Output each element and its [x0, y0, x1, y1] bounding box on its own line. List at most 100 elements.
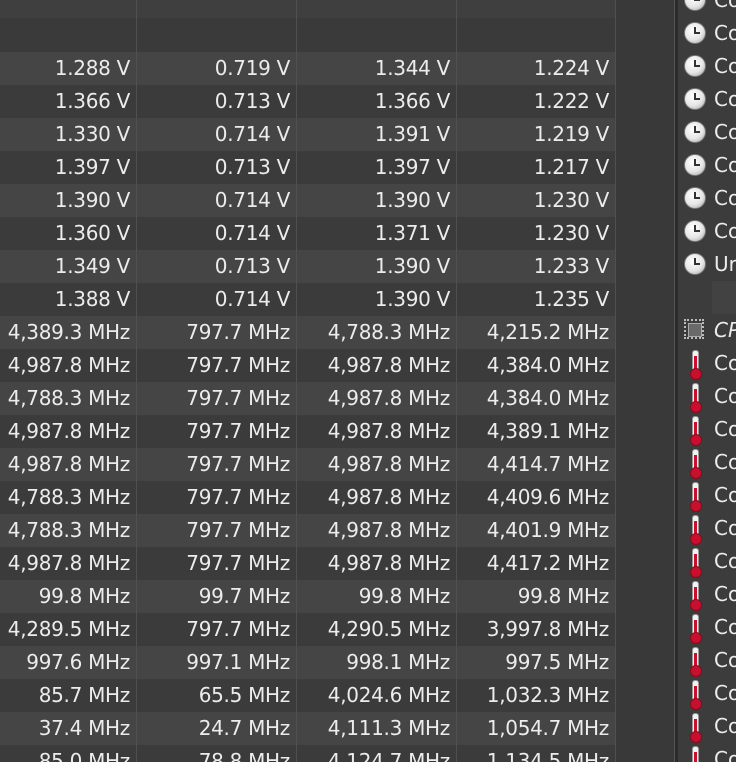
tree-item[interactable]: Co: [678, 380, 736, 413]
tree-item-label: Co: [714, 450, 736, 474]
cell-average: 99.8 MHz: [457, 580, 616, 613]
cell-maximum: 1.366 V: [297, 85, 457, 118]
cell-average: 1.217 V: [457, 151, 616, 184]
cell-current: 4,289.5 MHz: [0, 613, 137, 646]
thermometer-icon: [684, 515, 706, 545]
table-row[interactable]: 85.0 MHz 78.8 MHz 4,124.7 MHz 1,134.5 MHz: [0, 745, 616, 762]
cell-minimum: 997.1 MHz: [137, 646, 297, 679]
cell-average: 1.230 V: [457, 217, 616, 250]
tree-item[interactable]: [712, 281, 736, 314]
cell-minimum: 0.714 V: [137, 217, 297, 250]
tree-item-label: Co: [714, 351, 736, 375]
cell-minimum: 0.714 V: [137, 118, 297, 151]
tree-item[interactable]: Co: [678, 644, 736, 677]
cell-minimum: 797.7 MHz: [137, 415, 297, 448]
tree-group-cpu[interactable]: CP: [678, 314, 736, 347]
cell-minimum: 65.5 MHz: [137, 679, 297, 712]
tree-item[interactable]: Co: [678, 413, 736, 446]
table-row[interactable]: 1.397 V 0.713 V 1.397 V 1.217 V: [0, 151, 616, 184]
cell-average: 4,409.6 MHz: [457, 481, 616, 514]
cell-maximum: 4,124.7 MHz: [297, 745, 457, 762]
clock-icon: [684, 55, 706, 77]
tree-item[interactable]: Co: [678, 116, 736, 149]
thermometer-icon: [684, 614, 706, 644]
table-row[interactable]: 997.6 MHz 997.1 MHz 998.1 MHz 997.5 MHz: [0, 646, 616, 679]
table-row[interactable]: 4,987.8 MHz 797.7 MHz 4,987.8 MHz 4,389.1 M…: [0, 415, 616, 448]
tree-item[interactable]: Co: [678, 83, 736, 116]
tree-item[interactable]: Co: [678, 578, 736, 611]
table-header-row: [0, 0, 616, 18]
cell-average: 1.235 V: [457, 283, 616, 316]
table-row[interactable]: 85.7 MHz 65.5 MHz 4,024.6 MHz 1,032.3 MHz: [0, 679, 616, 712]
cell-minimum: 797.7 MHz: [137, 316, 297, 349]
table-row[interactable]: 1.388 V 0.714 V 1.390 V 1.235 V: [0, 283, 616, 316]
table-row[interactable]: 1.330 V 0.714 V 1.391 V 1.219 V: [0, 118, 616, 151]
table-row[interactable]: 1.360 V 0.714 V 1.371 V 1.230 V: [0, 217, 616, 250]
tree-item[interactable]: Co: [678, 149, 736, 182]
table-row[interactable]: 1.390 V 0.714 V 1.390 V 1.230 V: [0, 184, 616, 217]
table-row[interactable]: 4,389.3 MHz 797.7 MHz 4,788.3 MHz 4,215.2 M…: [0, 316, 616, 349]
cell-maximum: 4,987.8 MHz: [297, 382, 457, 415]
tree-item-label: Co: [714, 615, 736, 639]
tree-item[interactable]: Co: [678, 215, 736, 248]
column-header-minimum[interactable]: [137, 0, 297, 18]
tree-item-label: Co: [714, 0, 736, 12]
cell-minimum: 0.713 V: [137, 151, 297, 184]
cell-maximum: 4,290.5 MHz: [297, 613, 457, 646]
tree-item[interactable]: Ur: [678, 248, 736, 281]
table-row[interactable]: 4,987.8 MHz 797.7 MHz 4,987.8 MHz 4,414.7 M…: [0, 448, 616, 481]
cell-minimum: 797.7 MHz: [137, 448, 297, 481]
cell-maximum: 1.397 V: [297, 151, 457, 184]
table-row[interactable]: 37.4 MHz 24.7 MHz 4,111.3 MHz 1,054.7 MHz: [0, 712, 616, 745]
tree-item[interactable]: Co: [678, 611, 736, 644]
tree-item[interactable]: Co: [678, 743, 736, 762]
tree-item-label: Co: [714, 483, 736, 507]
tree-item-label: Co: [714, 219, 736, 243]
tree-item[interactable]: Co: [678, 710, 736, 743]
column-header-current[interactable]: [0, 0, 137, 18]
column-header-maximum[interactable]: [297, 0, 457, 18]
table-row[interactable]: 4,788.3 MHz 797.7 MHz 4,987.8 MHz 4,384.0 M…: [0, 382, 616, 415]
table-row[interactable]: 4,987.8 MHz 797.7 MHz 4,987.8 MHz 4,417.2 M…: [0, 547, 616, 580]
sensor-tree-panel: Co Co Co Co Co Co Co Co Ur CP Co Co Co Co Co Co Co Co Co Co…: [678, 0, 736, 762]
cell-average: 1.219 V: [457, 118, 616, 151]
tree-item[interactable]: Co: [678, 446, 736, 479]
tree-item[interactable]: Co: [678, 17, 736, 50]
thermometer-icon: [684, 449, 706, 479]
cell-current: 4,788.3 MHz: [0, 382, 137, 415]
cell-current: 4,987.8 MHz: [0, 415, 137, 448]
tree-item[interactable]: Co: [678, 0, 736, 17]
table-row[interactable]: 1.349 V 0.713 V 1.390 V 1.233 V: [0, 250, 616, 283]
table-row[interactable]: 4,788.3 MHz 797.7 MHz 4,987.8 MHz 4,401.9 M…: [0, 514, 616, 547]
cell-current: 1.390 V: [0, 184, 137, 217]
table-row[interactable]: 99.8 MHz 99.7 MHz 99.8 MHz 99.8 MHz: [0, 580, 616, 613]
thermometer-icon: [684, 548, 706, 578]
cell-current: 1.330 V: [0, 118, 137, 151]
thermometer-icon: [684, 383, 706, 413]
cell-current: 85.0 MHz: [0, 745, 137, 762]
thermometer-icon: [684, 350, 706, 380]
tree-item[interactable]: Co: [678, 50, 736, 83]
tree-item[interactable]: Co: [678, 545, 736, 578]
tree-item[interactable]: Co: [678, 479, 736, 512]
table-row[interactable]: 1.288 V 0.719 V 1.344 V 1.224 V: [0, 52, 616, 85]
table-row[interactable]: 4,289.5 MHz 797.7 MHz 4,290.5 MHz 3,997.8 M…: [0, 613, 616, 646]
cell-maximum: 4,788.3 MHz: [297, 316, 457, 349]
tree-item[interactable]: Co: [678, 347, 736, 380]
cell-average: 4,417.2 MHz: [457, 547, 616, 580]
cell-maximum: 99.8 MHz: [297, 580, 457, 613]
cell-current: 1.360 V: [0, 217, 137, 250]
tree-item[interactable]: Co: [678, 512, 736, 545]
cell-maximum: 1.390 V: [297, 184, 457, 217]
tree-item[interactable]: Co: [678, 182, 736, 215]
table-row[interactable]: 1.366 V 0.713 V 1.366 V 1.222 V: [0, 85, 616, 118]
table-row[interactable]: 4,788.3 MHz 797.7 MHz 4,987.8 MHz 4,409.6 M…: [0, 481, 616, 514]
tree-item-label: Co: [714, 549, 736, 573]
tree-item-label: Co: [714, 21, 736, 45]
cell-maximum: 4,987.8 MHz: [297, 448, 457, 481]
table-row[interactable]: 4,987.8 MHz 797.7 MHz 4,987.8 MHz 4,384.0 M…: [0, 349, 616, 382]
tree-item[interactable]: Co: [678, 677, 736, 710]
cell-minimum: 797.7 MHz: [137, 481, 297, 514]
column-header-average[interactable]: [457, 0, 616, 18]
cell-current: 37.4 MHz: [0, 712, 137, 745]
